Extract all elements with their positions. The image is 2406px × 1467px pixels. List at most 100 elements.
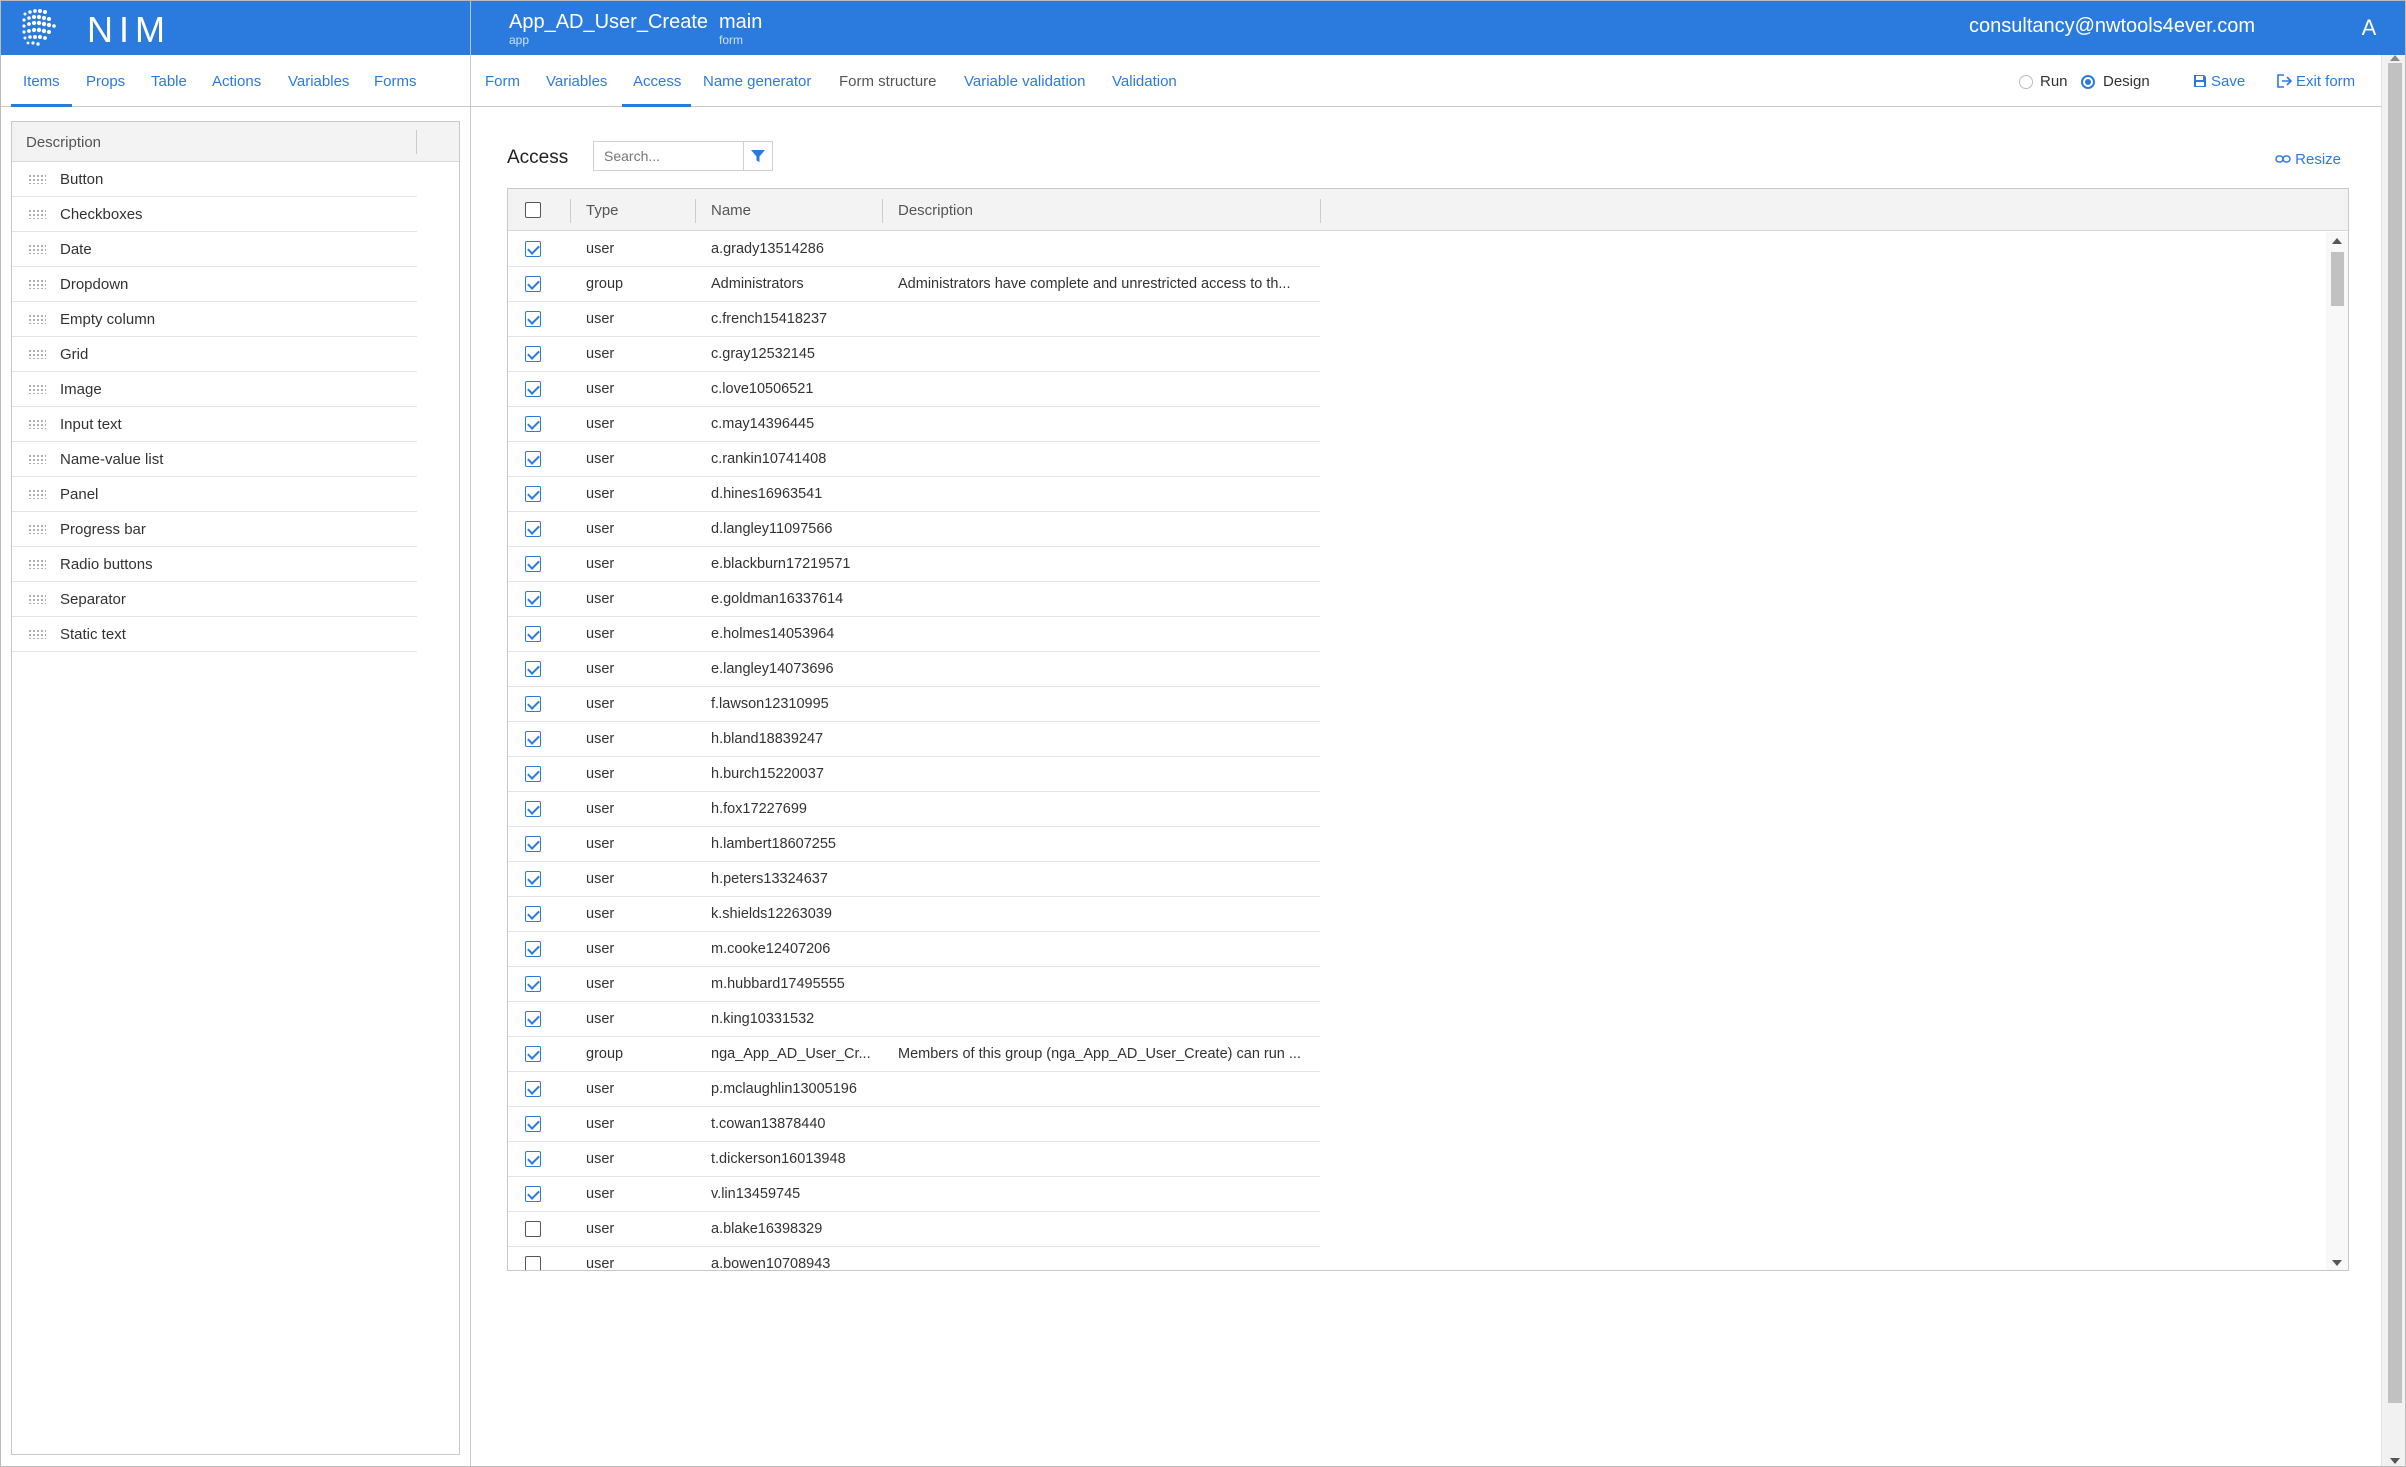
column-separator[interactable]	[695, 199, 696, 223]
list-item[interactable]: Input text	[12, 407, 417, 442]
drag-handle-icon[interactable]	[28, 349, 46, 359]
row-checkbox[interactable]	[525, 941, 541, 957]
table-row[interactable]: group nga_App_AD_User_Cr... Members of thi…	[508, 1037, 1320, 1072]
column-separator[interactable]	[882, 199, 883, 223]
row-checkbox[interactable]	[525, 976, 541, 992]
row-checkbox[interactable]	[525, 1151, 541, 1167]
tab-variables[interactable]: Variables	[546, 73, 607, 90]
tab-props[interactable]: Props	[86, 73, 125, 90]
tab-forms[interactable]: Forms	[374, 73, 417, 90]
drag-handle-icon[interactable]	[28, 314, 46, 324]
tab-table[interactable]: Table	[151, 73, 187, 90]
table-row[interactable]: user v.lin13459745	[508, 1177, 1320, 1212]
row-checkbox[interactable]	[525, 276, 541, 292]
list-item[interactable]: Progress bar	[12, 512, 417, 547]
row-checkbox[interactable]	[525, 591, 541, 607]
list-item[interactable]: Image	[12, 372, 417, 407]
list-item[interactable]: Name-value list	[12, 442, 417, 477]
column-separator[interactable]	[1320, 199, 1321, 223]
breadcrumb-form[interactable]: main form	[719, 11, 762, 47]
row-checkbox[interactable]	[525, 626, 541, 642]
row-checkbox[interactable]	[525, 451, 541, 467]
table-row[interactable]: user e.blackburn17219571	[508, 547, 1320, 582]
row-checkbox[interactable]	[525, 696, 541, 712]
table-row[interactable]: user d.langley11097566	[508, 512, 1320, 547]
filter-button[interactable]	[743, 141, 773, 171]
list-item[interactable]: Dropdown	[12, 267, 417, 302]
table-row[interactable]: user h.fox17227699	[508, 792, 1320, 827]
row-checkbox[interactable]	[525, 556, 541, 572]
grid-scrollbar[interactable]	[2326, 232, 2348, 1270]
row-checkbox[interactable]	[525, 311, 541, 327]
table-row[interactable]: user t.dickerson16013948	[508, 1142, 1320, 1177]
drag-handle-icon[interactable]	[28, 594, 46, 604]
drag-handle-icon[interactable]	[28, 524, 46, 534]
table-row[interactable]: user m.cooke12407206	[508, 932, 1320, 967]
grid-scrollbar-thumb[interactable]	[2331, 252, 2344, 306]
table-row[interactable]: user h.burch15220037	[508, 757, 1320, 792]
avatar[interactable]: A	[2353, 12, 2385, 44]
row-checkbox[interactable]	[525, 1116, 541, 1132]
drag-handle-icon[interactable]	[28, 244, 46, 254]
row-checkbox[interactable]	[525, 1081, 541, 1097]
drag-handle-icon[interactable]	[28, 174, 46, 184]
tab-variables-left[interactable]: Variables	[288, 73, 349, 90]
design-radio[interactable]	[2081, 75, 2095, 89]
page-scroll-up-icon[interactable]	[2390, 55, 2400, 61]
save-button[interactable]: Save	[2193, 73, 2245, 90]
scroll-up-arrow-icon[interactable]	[2332, 238, 2342, 244]
table-row[interactable]: user a.grady13514286	[508, 232, 1320, 267]
row-checkbox[interactable]	[525, 836, 541, 852]
table-row[interactable]: user t.cowan13878440	[508, 1107, 1320, 1142]
column-separator[interactable]	[570, 199, 571, 223]
table-row[interactable]: user c.french15418237	[508, 302, 1320, 337]
tab-validation[interactable]: Validation	[1112, 73, 1177, 90]
breadcrumb-app[interactable]: App_AD_User_Create app	[509, 11, 708, 47]
table-row[interactable]: user e.holmes14053964	[508, 617, 1320, 652]
table-row[interactable]: user m.hubbard17495555	[508, 967, 1320, 1002]
table-row[interactable]: user c.may14396445	[508, 407, 1320, 442]
tab-actions[interactable]: Actions	[212, 73, 261, 90]
tab-items[interactable]: Items	[23, 73, 60, 90]
list-item[interactable]: Static text	[12, 617, 417, 652]
table-row[interactable]: user a.bowen10708943	[508, 1247, 1320, 1270]
table-row[interactable]: user p.mclaughlin13005196	[508, 1072, 1320, 1107]
tab-form-structure[interactable]: Form structure	[839, 73, 937, 90]
drag-handle-icon[interactable]	[28, 209, 46, 219]
table-row[interactable]: user c.love10506521	[508, 372, 1320, 407]
table-row[interactable]: user h.peters13324637	[508, 862, 1320, 897]
column-header-name[interactable]: Name	[711, 202, 751, 219]
table-row[interactable]: user k.shields12263039	[508, 897, 1320, 932]
drag-handle-icon[interactable]	[28, 454, 46, 464]
scroll-down-arrow-icon[interactable]	[2332, 1260, 2342, 1266]
table-row[interactable]: user h.bland18839247	[508, 722, 1320, 757]
table-row[interactable]: user e.langley14073696	[508, 652, 1320, 687]
row-checkbox[interactable]	[525, 801, 541, 817]
column-header-description[interactable]: Description	[898, 202, 973, 219]
list-item[interactable]: Separator	[12, 582, 417, 617]
row-checkbox[interactable]	[525, 416, 541, 432]
table-row[interactable]: user n.king10331532	[508, 1002, 1320, 1037]
row-checkbox[interactable]	[525, 241, 541, 257]
drag-handle-icon[interactable]	[28, 629, 46, 639]
tab-variable-validation[interactable]: Variable validation	[964, 73, 1085, 90]
list-item[interactable]: Button	[12, 162, 417, 197]
table-row[interactable]: user e.goldman16337614	[508, 582, 1320, 617]
row-checkbox[interactable]	[525, 766, 541, 782]
row-checkbox[interactable]	[525, 521, 541, 537]
row-checkbox[interactable]	[525, 1186, 541, 1202]
drag-handle-icon[interactable]	[28, 279, 46, 289]
list-item[interactable]: Checkboxes	[12, 197, 417, 232]
row-checkbox[interactable]	[525, 731, 541, 747]
table-row[interactable]: user c.gray12532145	[508, 337, 1320, 372]
run-radio[interactable]	[2019, 75, 2033, 89]
tab-form[interactable]: Form	[485, 73, 520, 90]
row-checkbox[interactable]	[525, 906, 541, 922]
user-email[interactable]: consultancy@nwtools4ever.com	[1969, 15, 2255, 38]
row-checkbox[interactable]	[525, 661, 541, 677]
resize-button[interactable]: Resize	[2275, 151, 2341, 168]
table-row[interactable]: group Administrators Administrators have c…	[508, 267, 1320, 302]
select-all-checkbox[interactable]	[525, 202, 541, 218]
row-checkbox[interactable]	[525, 381, 541, 397]
row-checkbox[interactable]	[525, 346, 541, 362]
